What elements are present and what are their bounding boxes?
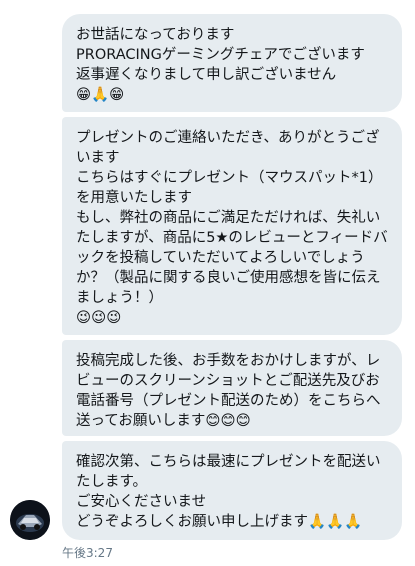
- message-timestamp: 午後3:27: [62, 546, 113, 560]
- avatar-image: [10, 500, 50, 540]
- message-thread: お世話になっております PRORACINGゲーミングチェアでございます 返事遅く…: [0, 0, 415, 566]
- sender-avatar-icon[interactable]: [10, 500, 50, 540]
- message-bubble: 確認次第、こちらは最速にプレゼントを配送いたします。 ご安心くださいませ どうぞ…: [62, 441, 402, 540]
- message-bubble: プレゼントのご連絡いただき、ありがとうございます こちらはすぐにプレゼント（マウ…: [62, 117, 402, 335]
- message-bubble: 投稿完成した後、お手数をおかけしますが、レビューのスクリーンショットとご配送先及…: [62, 340, 402, 436]
- message-bubble: お世話になっております PRORACINGゲーミングチェアでございます 返事遅く…: [62, 14, 402, 112]
